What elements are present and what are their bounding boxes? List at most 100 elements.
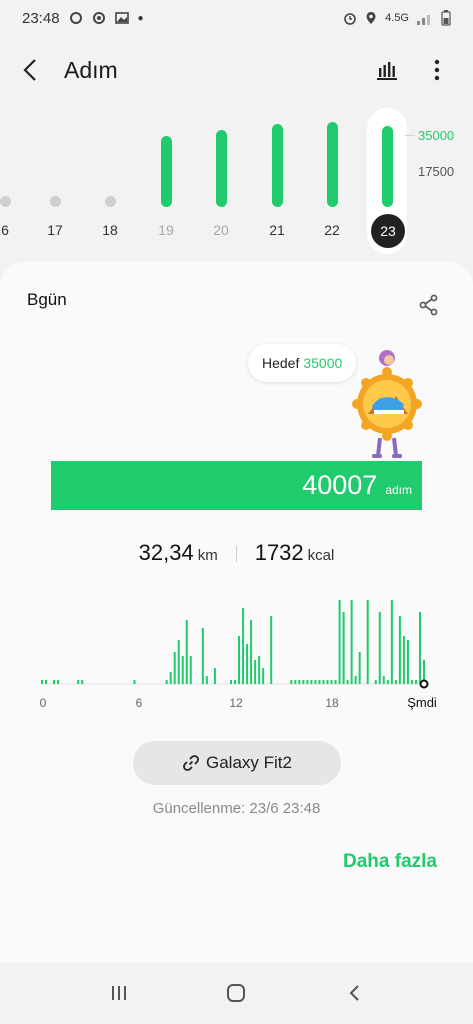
hourly-bar — [410, 680, 413, 684]
hourly-bar — [270, 616, 273, 684]
link-icon — [183, 755, 199, 771]
stats-divider — [235, 546, 237, 562]
hourly-bar — [169, 672, 172, 684]
hourly-bar — [205, 676, 208, 684]
device-button[interactable]: Galaxy Fit2 — [133, 741, 341, 785]
distance-unit: km — [197, 547, 218, 564]
hourly-bar — [330, 680, 333, 684]
mid-axis-label: 17500 — [418, 164, 455, 179]
day-bar — [382, 125, 393, 207]
hourly-bar — [57, 680, 60, 684]
hourly-tick-label: Şmdi — [407, 695, 437, 710]
hourly-bar — [173, 652, 176, 684]
hourly-bar — [398, 616, 401, 684]
hourly-bar — [394, 680, 397, 684]
system-back-button[interactable] — [334, 973, 374, 1013]
hourly-bar — [322, 680, 325, 684]
day-label: 19 — [158, 222, 174, 238]
back-button[interactable] — [22, 55, 48, 85]
day-label: 17 — [47, 222, 63, 238]
hourly-bar — [242, 608, 245, 684]
calories-value: 1732 — [254, 540, 304, 565]
hourly-bar — [418, 612, 421, 684]
day-column-21[interactable]: 21 — [257, 100, 297, 250]
day-bar — [327, 121, 338, 207]
status-time: 23:48 — [22, 9, 60, 27]
location-icon — [366, 12, 376, 24]
day-column-6[interactable]: 6 — [0, 100, 25, 250]
more-options-button[interactable] — [423, 56, 451, 84]
selected-day-23[interactable]: 23 — [371, 214, 405, 248]
day-label: 6 — [1, 222, 9, 238]
back-arrow-icon — [23, 59, 36, 81]
more-link[interactable]: Daha fazla — [343, 851, 437, 873]
hourly-bar — [250, 620, 253, 684]
hourly-bar — [246, 644, 249, 684]
hourly-bar — [185, 620, 188, 684]
page-title: Adım — [64, 56, 118, 83]
trends-button[interactable] — [373, 56, 401, 84]
stats-row: 32,34 km 1732 kcal — [0, 540, 473, 566]
hourly-bar — [354, 676, 357, 684]
goal-gridline — [405, 135, 415, 136]
hourly-bar — [310, 680, 313, 684]
hourly-bar — [201, 628, 204, 684]
hourly-bar — [402, 636, 405, 684]
day-bar — [272, 123, 283, 207]
hourly-bar — [374, 680, 377, 684]
day-column-22[interactable]: 22 — [312, 100, 352, 250]
hourly-bar — [189, 656, 192, 684]
hourly-bar — [314, 680, 317, 684]
hourly-bar — [358, 652, 361, 684]
home-button[interactable] — [216, 973, 256, 1013]
hourly-bar — [338, 600, 341, 684]
share-icon[interactable] — [418, 294, 440, 316]
hourly-bar — [238, 636, 241, 684]
network-label: 4.5G — [385, 12, 409, 24]
hourly-bar — [414, 680, 417, 684]
hourly-bar — [302, 680, 305, 684]
day-bar — [161, 136, 172, 207]
device-label: Galaxy Fit2 — [206, 753, 292, 772]
card-title: Bgün — [27, 290, 67, 309]
goal-achieved-mascot-icon — [352, 350, 422, 458]
hourly-bar — [181, 656, 184, 684]
hourly-bar — [290, 680, 293, 684]
chevron-left-icon — [349, 985, 359, 1001]
hourly-bar — [213, 668, 216, 684]
hourly-bar — [41, 680, 43, 684]
hourly-bar — [318, 680, 321, 684]
day-column-20[interactable]: 20 — [201, 100, 241, 250]
calories-unit: kcal — [307, 547, 335, 564]
steps-unit: adım — [385, 482, 412, 497]
recent-apps-icon — [111, 986, 126, 1000]
hourly-bar — [254, 660, 257, 684]
day-label: 18 — [102, 222, 118, 238]
hourly-bar — [81, 680, 84, 684]
hourly-bar — [378, 612, 381, 684]
distance-value: 32,34 — [138, 540, 194, 565]
day-column-19[interactable]: 19 — [146, 100, 186, 250]
day-label: 21 — [269, 222, 285, 238]
now-marker — [419, 679, 429, 689]
today-card: Bgün Hedef 35000 40007 adım 32,34 km 173… — [0, 262, 473, 962]
hourly-bar — [262, 668, 265, 684]
day-column-18[interactable]: 18 — [90, 100, 130, 250]
dot-icon: ● — [137, 12, 144, 24]
hourly-tick-label: 12 — [229, 696, 243, 710]
recent-apps-button[interactable] — [99, 973, 139, 1013]
hourly-bar — [366, 600, 369, 684]
hourly-bar — [334, 680, 337, 684]
navigation-bar — [0, 962, 473, 1024]
notification-icon — [69, 12, 82, 24]
hourly-tick-label: 18 — [325, 696, 339, 710]
goal-value: 35000 — [303, 355, 343, 371]
day-empty-dot — [0, 196, 11, 207]
steps-count: 40007 — [302, 470, 378, 500]
hourly-bar — [77, 680, 80, 684]
hourly-bar — [258, 656, 261, 684]
hourly-tick-label: 0 — [40, 696, 47, 710]
hourly-bar — [382, 676, 385, 684]
day-column-17[interactable]: 17 — [35, 100, 75, 250]
day-label: 20 — [213, 222, 229, 238]
